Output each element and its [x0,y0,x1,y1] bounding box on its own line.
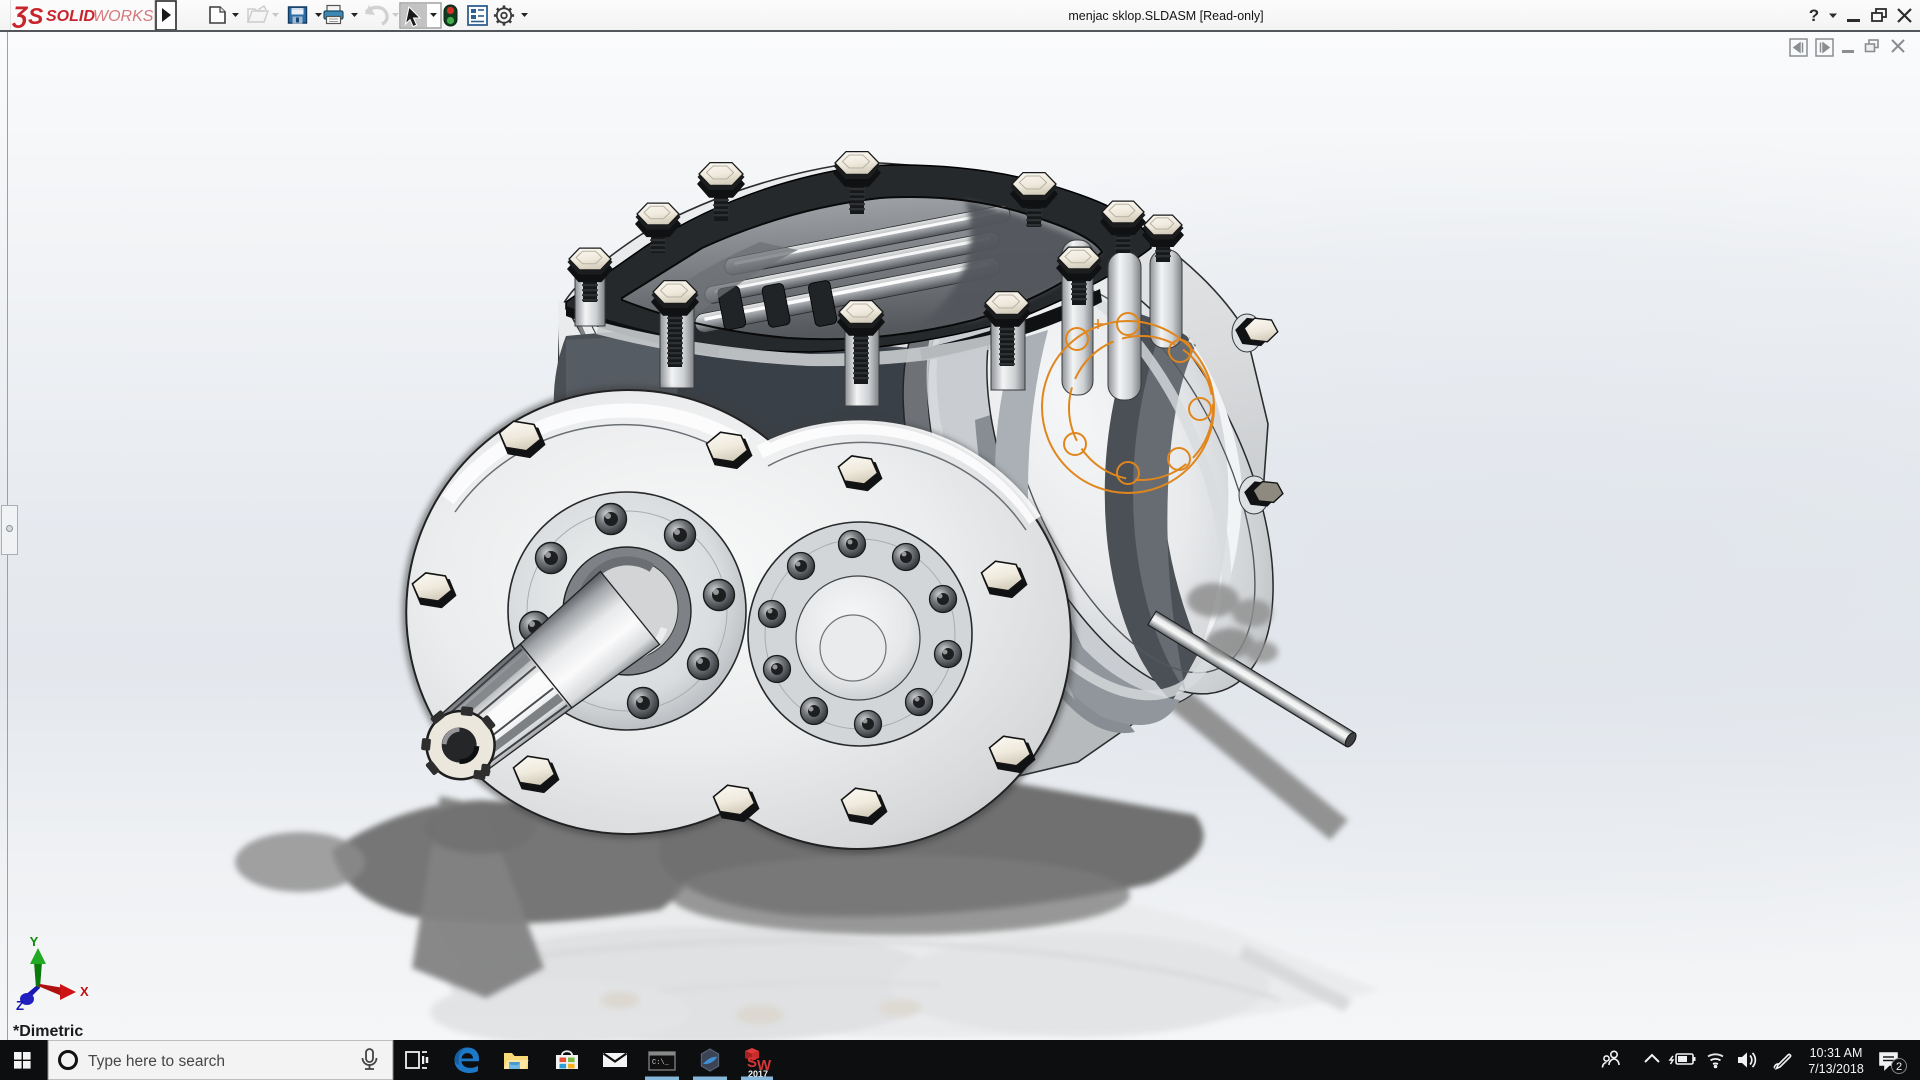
svg-text:SOLID: SOLID [46,8,95,25]
svg-text:X: X [80,984,89,999]
svg-text:7/13/2018: 7/13/2018 [1808,1062,1864,1076]
svg-text:Y: Y [30,934,39,949]
svg-text:?: ? [1809,6,1819,25]
svg-text:S: S [28,3,44,29]
svg-text:10:31 AM: 10:31 AM [1810,1046,1863,1060]
svg-text:Ʒ: Ʒ [11,2,29,29]
svg-text:WORKS: WORKS [93,8,154,25]
svg-text:menjac sklop.SLDASM [Read-only: menjac sklop.SLDASM [Read-only] [1068,9,1263,23]
svg-text:C:\_: C:\_ [652,1059,670,1067]
svg-text:Type here to search: Type here to search [88,1053,225,1070]
svg-text:2: 2 [1896,1061,1902,1073]
svg-text:Z: Z [16,998,24,1013]
